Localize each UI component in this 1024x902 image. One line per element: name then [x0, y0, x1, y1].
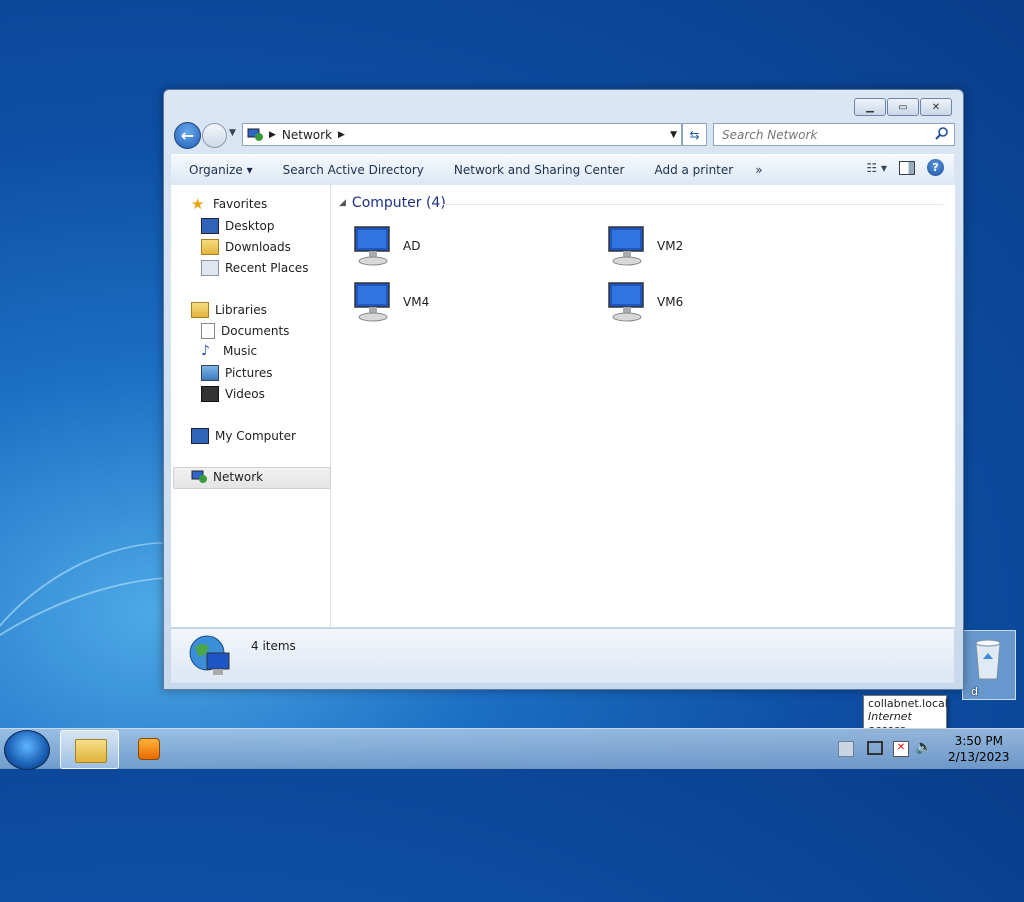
media-player-icon [138, 738, 160, 760]
address-dropdown-icon[interactable]: ▼ [670, 130, 677, 140]
sidebar-item-label: Recent Places [225, 261, 309, 275]
network-icon [191, 470, 207, 483]
sidebar-item-label: Network [213, 470, 264, 484]
network-sharing-center-button[interactable]: Network and Sharing Center [454, 163, 625, 177]
sidebar-item-favorites[interactable]: ★ Favorites [191, 195, 268, 213]
recycle-bin-icon[interactable]: d [962, 630, 1016, 700]
folder-icon [75, 739, 107, 763]
computer-icon [608, 282, 644, 322]
sidebar-item-label: Desktop [225, 219, 275, 233]
recycle-bin-label: d [971, 685, 978, 698]
sidebar-item-label: My Computer [215, 429, 296, 443]
downloads-folder-icon [201, 239, 219, 255]
sidebar-item-my-computer[interactable]: My Computer [191, 428, 296, 444]
caption-buttons: ▁ ▭ ✕ [854, 98, 952, 116]
sidebar-item-label: Libraries [215, 303, 267, 317]
star-icon: ★ [191, 195, 205, 213]
pictures-icon [201, 365, 219, 381]
recent-places-icon [201, 260, 219, 276]
computer-icon [191, 428, 209, 444]
command-bar: Organize ▾ Search Active Directory Netwo… [171, 154, 954, 186]
collapse-triangle-icon[interactable]: ◢ [339, 198, 346, 208]
minimize-button[interactable]: ▁ [854, 98, 886, 116]
network-tooltip: collabnet.local Internet access [863, 695, 948, 736]
address-location[interactable]: Network [282, 128, 332, 142]
more-commands-button[interactable]: » [755, 163, 762, 177]
sidebar-item-libraries[interactable]: Libraries [191, 302, 267, 318]
sidebar-item-music[interactable]: ♪ Music [201, 344, 257, 358]
computer-item[interactable]: VM4 [349, 281, 429, 323]
preview-pane-icon[interactable] [899, 160, 915, 175]
content-area: ◢ Computer (4) AD VM2 VM4 VM6 [331, 185, 955, 627]
address-bar[interactable]: ▶ Network ▶ ▼ [242, 123, 682, 146]
network-globe-icon [189, 635, 230, 675]
item-count: 4 items [251, 639, 296, 653]
refresh-button[interactable]: ⇆ [682, 123, 707, 146]
chevron-right-icon[interactable]: ▶ [269, 130, 276, 140]
sidebar-item-documents[interactable]: Documents [201, 323, 289, 339]
navigation-pane: ★ Favorites Desktop Downloads Recent Pla… [171, 185, 331, 627]
organize-menu[interactable]: Organize ▾ [189, 163, 253, 177]
sidebar-item-label: Favorites [213, 197, 268, 211]
sidebar-item-desktop[interactable]: Desktop [201, 218, 275, 234]
start-button[interactable] [4, 730, 50, 770]
sidebar-item-label: Documents [221, 324, 290, 338]
chevron-right-icon[interactable]: ▶ [338, 130, 345, 140]
network-icon [247, 128, 263, 141]
forward-button[interactable] [202, 123, 227, 148]
explorer-window: ▁ ▭ ✕ ← ▼ ▶ Network ▶ ▼ ⇆ Organize ▾ S [163, 89, 964, 690]
music-icon: ♪ [201, 343, 210, 359]
action-center-flag-icon[interactable]: ✕ [893, 741, 909, 757]
navigation-bar: ← ▼ ▶ Network ▶ ▼ ⇆ [172, 122, 955, 149]
show-hidden-icons-icon[interactable] [838, 741, 854, 757]
sidebar-item-label: Music [223, 344, 258, 358]
sidebar-item-label: Downloads [225, 240, 291, 254]
help-icon[interactable]: ? [927, 159, 944, 176]
taskbar: ✕ 🔈 3:50 PM 2/13/2023 [0, 728, 1024, 770]
details-pane: 4 items [171, 628, 954, 683]
videos-icon [201, 386, 219, 402]
maximize-button[interactable]: ▭ [887, 98, 919, 116]
sidebar-item-label: Pictures [225, 366, 273, 380]
group-header-label: Computer (4) [351, 195, 446, 211]
search-active-directory-button[interactable]: Search Active Directory [283, 163, 424, 177]
change-view-icon[interactable]: ☷ ▾ [866, 161, 887, 175]
computer-label: VM4 [403, 295, 430, 309]
computer-icon [608, 226, 644, 266]
group-divider [443, 204, 943, 205]
taskbar-media-player-button[interactable] [122, 730, 179, 767]
network-tray-icon[interactable] [867, 741, 883, 755]
computer-label: AD [403, 239, 421, 253]
search-box[interactable] [713, 123, 955, 146]
sidebar-item-label: Videos [225, 387, 265, 401]
computer-icon [354, 282, 390, 322]
documents-icon [201, 323, 215, 339]
recent-pages-dropdown-icon[interactable]: ▼ [229, 128, 236, 138]
sidebar-item-pictures[interactable]: Pictures [201, 365, 273, 381]
tooltip-line1: collabnet.local [868, 697, 948, 710]
search-input[interactable] [720, 126, 924, 143]
close-button[interactable]: ✕ [920, 98, 952, 116]
group-header-computer[interactable]: ◢ Computer (4) [339, 195, 446, 211]
sidebar-item-recent-places[interactable]: Recent Places [201, 260, 308, 276]
desktop-icon [201, 218, 219, 234]
volume-icon[interactable]: 🔈 [915, 739, 932, 755]
sidebar-item-network[interactable]: Network [191, 470, 263, 484]
back-button[interactable]: ← [174, 122, 201, 149]
taskbar-explorer-button[interactable] [60, 730, 119, 769]
computer-icon [354, 226, 390, 266]
search-icon[interactable] [935, 126, 949, 140]
sidebar-item-videos[interactable]: Videos [201, 386, 265, 402]
computer-label: VM2 [657, 239, 684, 253]
clock[interactable]: 3:50 PM 2/13/2023 [948, 733, 1010, 765]
computer-item[interactable]: VM6 [603, 281, 683, 323]
sidebar-item-downloads[interactable]: Downloads [201, 239, 291, 255]
add-printer-button[interactable]: Add a printer [654, 163, 733, 177]
clock-date: 2/13/2023 [948, 750, 1010, 764]
clock-time: 3:50 PM [954, 734, 1003, 748]
libraries-icon [191, 302, 209, 318]
computer-label: VM6 [657, 295, 684, 309]
computer-item[interactable]: AD [349, 225, 420, 267]
computer-item[interactable]: VM2 [603, 225, 683, 267]
